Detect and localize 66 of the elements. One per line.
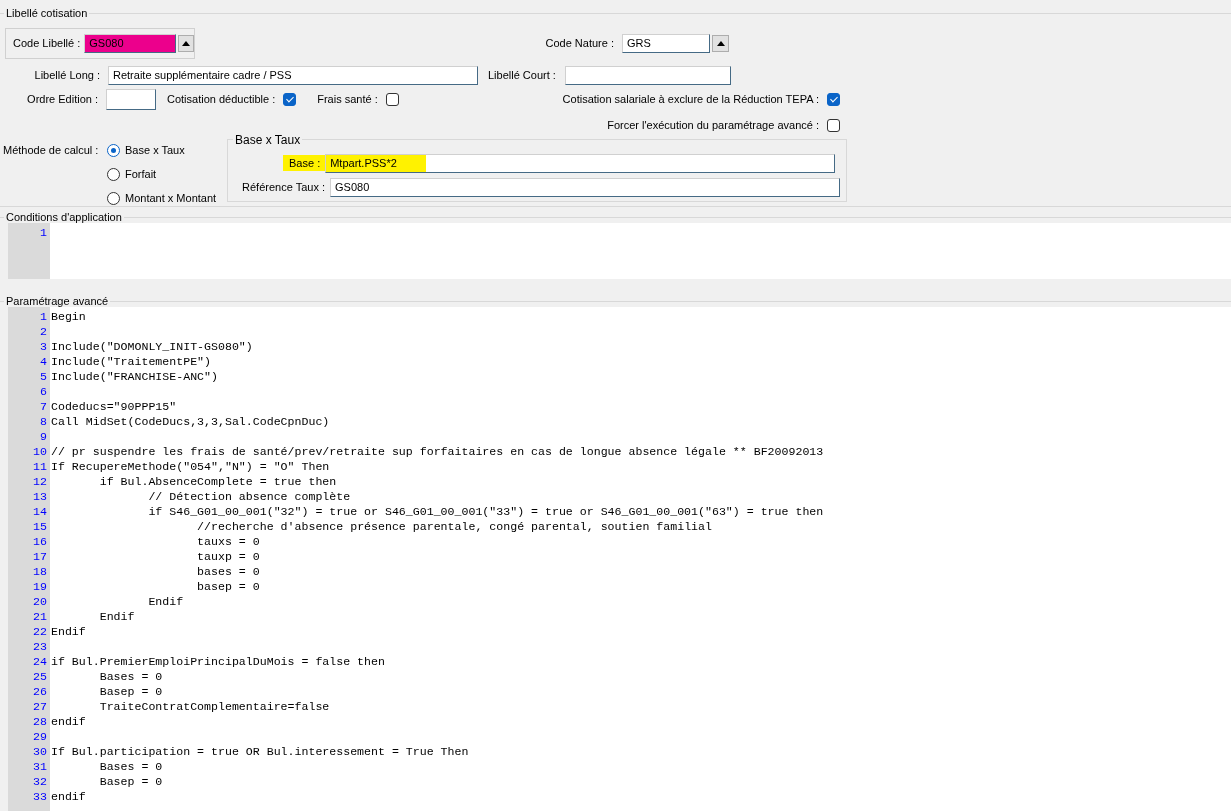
code-line: if Bul.AbsenceComplete = true then [98,474,337,489]
dropdown-button[interactable] [712,35,729,52]
code-line: // pr suspendre les frais de santé/prev/retraite sup forfaitaires en cas de longue absence légale ** BF20092013 [50,444,824,459]
group-title: Base x Taux [234,133,302,146]
field-label: Code Libellé : [13,36,81,52]
checkbox-label: Cotisation salariale à exclure de la Réduction TEPA : [562,92,819,108]
code-line: basep = 0 [196,579,260,594]
input-field[interactable]: Retraite supplémentaire cadre / PSS [108,66,478,85]
field-label: Ordre Edition : [26,92,98,108]
code-line: // Détection absence complète [147,489,351,504]
checkbox[interactable] [827,118,840,132]
code-line: Include("DOMONLY_INIT-GS080") [50,339,253,354]
code-line: Endif [50,624,86,639]
field-label: Libellé Court : [488,68,557,84]
code-line: Begin [50,309,86,324]
code-line: Bases = 0 [98,669,163,684]
code-line: Bases = 0 [98,759,163,774]
code-line: endif [50,714,86,729]
radio-label: Forfait [125,167,157,183]
group-title: Libellé cotisation [5,8,89,19]
radio-button[interactable] [107,168,120,181]
checkbox[interactable] [385,93,399,106]
input-field[interactable] [106,89,156,110]
code-line: Basep = 0 [98,774,163,789]
dropdown-button[interactable] [177,35,194,52]
checkbox-label: Cotisation déductible : [167,92,276,108]
radio-label: Base x Taux [125,143,185,159]
field-label: Référence Taux : [241,179,325,195]
group-title: Conditions d'application [5,212,123,223]
code-line: Include("TraitementPE") [50,354,212,369]
radio-button[interactable] [107,144,120,157]
code-line: Endif [147,594,184,609]
code-line: Endif [98,609,135,624]
field-label: Libellé Long : [33,68,100,84]
code-line: //recherche d'absence présence parentale, congé parental, soutien familial [196,519,712,534]
checkbox-label: Frais santé : [317,92,378,108]
radio-button[interactable] [107,192,120,205]
code-line: TraiteContratComplementaire=false [98,699,330,714]
checkbox[interactable] [827,93,840,106]
code-line: endif [50,789,86,804]
input-field[interactable]: GS080 [330,177,840,197]
field-label: Code Nature : [544,36,615,52]
input-field[interactable] [565,66,731,85]
code-line: Basep = 0 [98,684,163,699]
field-label: Base : [283,154,326,172]
code-line: bases = 0 [196,564,260,579]
code-line: If Bul.participation = true OR Bul.interessement = True Then [50,744,469,759]
code-line: If RecupereMethode("054","N") = "O" Then [50,459,330,474]
code-line: Include("FRANCHISE-ANC") [50,369,218,384]
input-field[interactable]: GRS [622,34,710,53]
group-title: Paramétrage avancé [5,296,110,307]
checkbox-label: Forcer l'exécution du paramétrage avancé : [607,118,819,133]
radio-label: Montant x Montant [125,191,217,207]
code-line: if S46_G01_00_001("32") = true or S46_G01_00_001("33") = true or S46_G01_00_001("63") = true then [147,504,824,519]
triangle-icon [181,41,190,46]
code-line: tauxp = 0 [196,549,260,564]
code-editor[interactable]: 1 [8,223,1231,279]
input-field[interactable]: Mtpart.PSS*2 [325,153,836,173]
field-label: Méthode de calcul : [3,142,100,158]
code-line: Call MidSet(CodeDucs,3,3,Sal.CodeCpnDuc) [50,414,330,429]
checkbox[interactable] [283,93,297,106]
code-line: Codeducs="90PPP15" [50,399,177,414]
triangle-icon [716,41,725,46]
input-field[interactable]: GS080 [84,34,176,53]
code-line: if Bul.PremierEmploiPrincipalDuMois = false then [50,654,385,669]
code-line: tauxs = 0 [196,534,260,549]
